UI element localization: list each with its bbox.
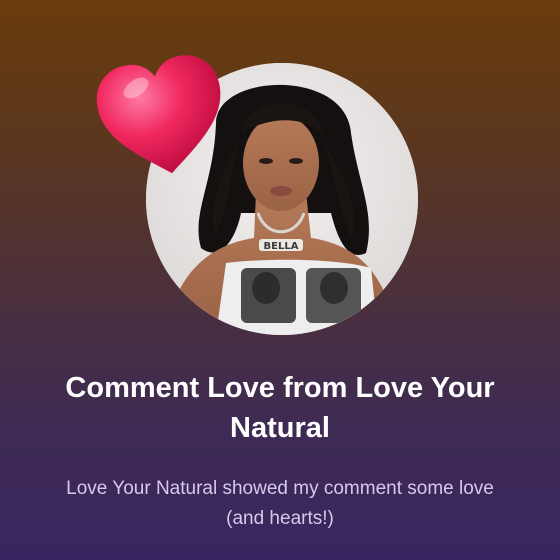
notification-message: Love Your Natural showed my comment some… bbox=[66, 478, 494, 529]
necklace-text: BELLA bbox=[264, 241, 299, 252]
heart-icon bbox=[94, 52, 230, 180]
notification-title: Comment Love from Love Your Natural bbox=[65, 372, 495, 444]
